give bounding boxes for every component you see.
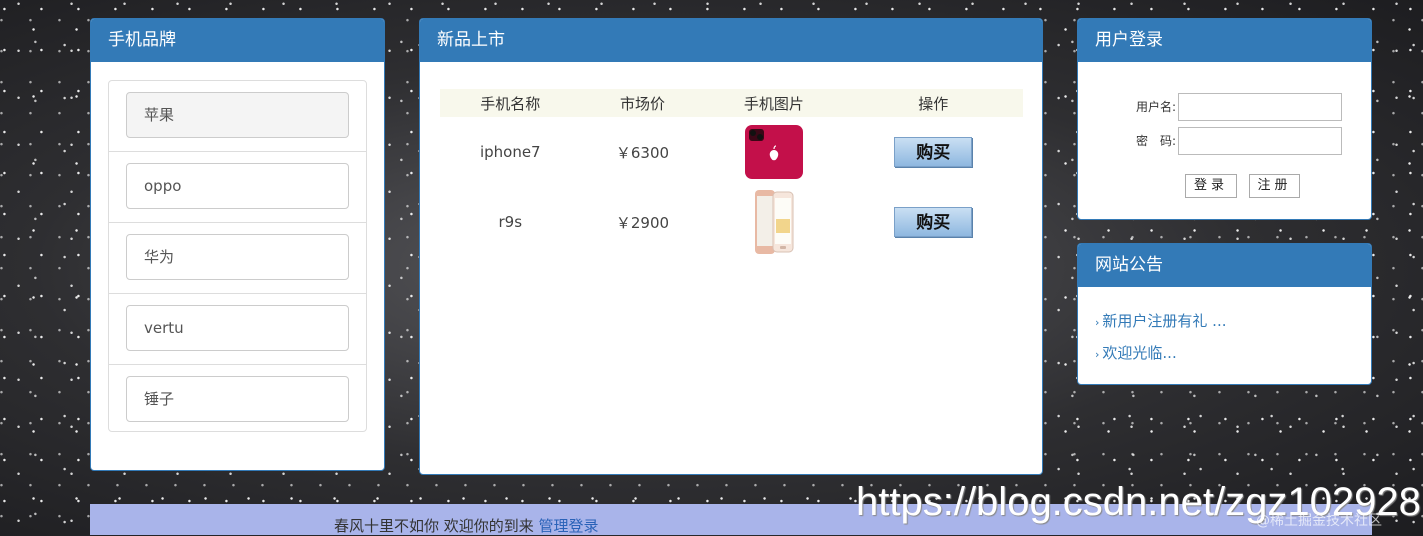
product-name: iphone7: [479, 143, 541, 161]
brand-item-vertu[interactable]: vertu: [126, 305, 349, 351]
list-item: 华为: [109, 223, 366, 294]
notice-link-text: 欢迎光临...: [1102, 344, 1177, 362]
product-panel: 新品上市 手机名称 市场价 手机图片 操作 iphone7 ￥6300 购买 r…: [419, 18, 1043, 475]
register-button[interactable]: 注册: [1249, 174, 1300, 198]
column-header-action: 操作: [843, 89, 1023, 117]
password-input[interactable]: [1178, 127, 1342, 155]
chevron-right-icon: ›: [1095, 316, 1100, 329]
username-label: 用户名:: [1135, 100, 1176, 114]
buy-button[interactable]: 购买: [894, 137, 973, 167]
product-name: r9s: [498, 213, 523, 231]
brand-list: 苹果 oppo 华为 vertu 锤子: [108, 80, 367, 432]
notice-link-text: 新用户注册有礼 ...: [1102, 312, 1227, 330]
brand-item-apple[interactable]: 苹果: [126, 92, 349, 138]
product-panel-title: 新品上市: [420, 19, 1042, 62]
list-item: oppo: [109, 152, 366, 223]
product-table: 手机名称 市场价 手机图片 操作 iphone7 ￥6300 购买 r9s ￥2…: [440, 89, 1023, 257]
brand-item-smartisan[interactable]: 锤子: [126, 376, 349, 422]
password-label: 密 码:: [1135, 134, 1176, 148]
brand-item-huawei[interactable]: 华为: [126, 234, 349, 280]
column-header-image: 手机图片: [704, 89, 844, 117]
watermark-site: @稀土掘金技术社区: [1256, 513, 1382, 529]
username-input[interactable]: [1178, 93, 1342, 121]
login-button[interactable]: 登录: [1185, 174, 1237, 198]
notice-panel: 网站公告 › 新用户注册有礼 ... › 欢迎光临...: [1077, 243, 1372, 385]
notice-panel-title: 网站公告: [1078, 244, 1371, 287]
table-row: r9s ￥2900 购买: [440, 187, 1023, 257]
list-item: 锤子: [109, 365, 366, 435]
username-row: 用户名:: [1078, 93, 1371, 121]
brand-panel: 手机品牌 苹果 oppo 华为 vertu 锤子: [90, 18, 385, 471]
footer-text: 春风十里不如你 欢迎你的到来: [334, 517, 539, 535]
admin-login-link[interactable]: 管理登录: [539, 517, 599, 535]
notice-item[interactable]: › 欢迎光临...: [1095, 342, 1177, 363]
column-header-price: 市场价: [580, 89, 705, 117]
list-item: 苹果: [109, 81, 366, 152]
login-panel-title: 用户登录: [1078, 19, 1371, 62]
product-price: ￥6300: [615, 143, 670, 162]
table-row: iphone7 ￥6300 购买: [440, 117, 1023, 187]
column-header-name: 手机名称: [440, 89, 581, 117]
red-iphone-image: [744, 125, 803, 179]
oppo-phone-image: [754, 190, 794, 254]
list-item: vertu: [109, 294, 366, 365]
brand-item-oppo[interactable]: oppo: [126, 163, 349, 209]
product-price: ￥2900: [615, 213, 670, 232]
buy-button[interactable]: 购买: [894, 207, 973, 237]
chevron-right-icon: ›: [1095, 348, 1100, 361]
password-row: 密 码:: [1078, 127, 1371, 155]
login-panel: 用户登录 用户名: 密 码: 登录 注册: [1077, 18, 1372, 220]
brand-panel-title: 手机品牌: [91, 19, 384, 62]
table-header-row: 手机名称 市场价 手机图片 操作: [440, 89, 1023, 117]
notice-item[interactable]: › 新用户注册有礼 ...: [1095, 310, 1226, 331]
